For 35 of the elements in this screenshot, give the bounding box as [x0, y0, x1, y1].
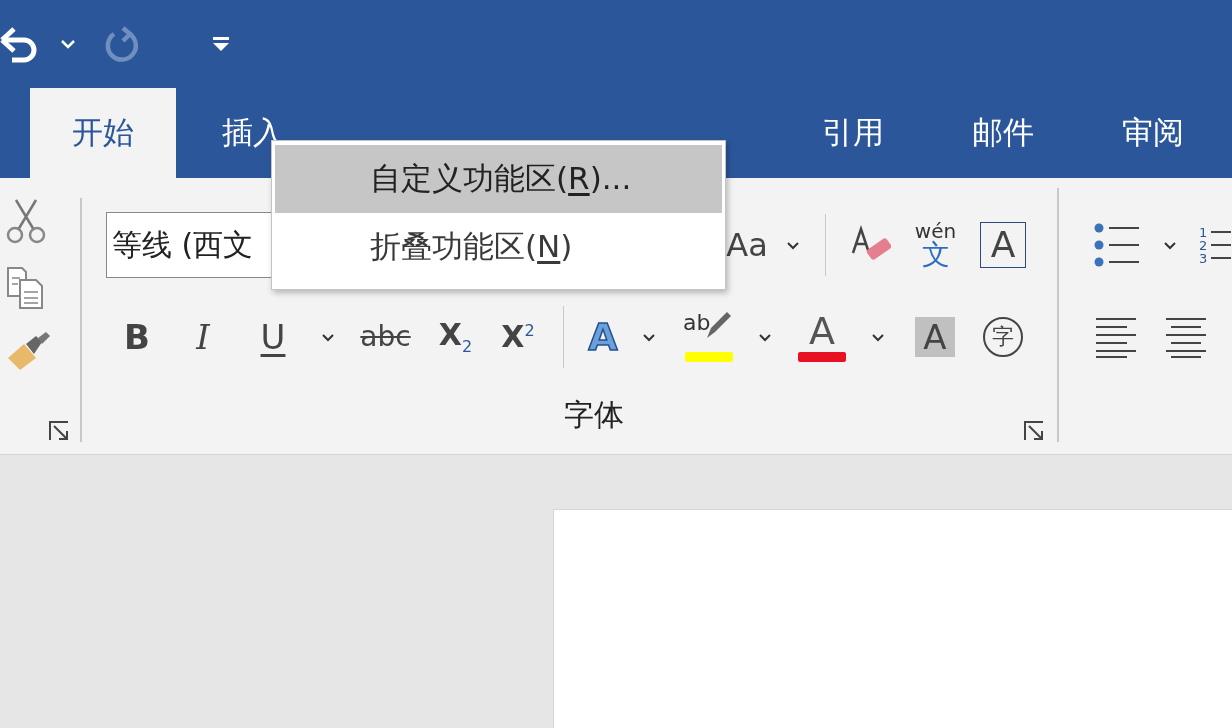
- ribbon-tab[interactable]: 开始: [30, 88, 176, 178]
- align-left-icon[interactable]: [1095, 316, 1137, 358]
- chevron-icon[interactable]: [642, 332, 656, 342]
- customize-toolbar-icon[interactable]: [212, 36, 230, 52]
- superscript-button[interactable]: X$^{2}$: [501, 322, 535, 352]
- ribbon-tab[interactable]: 邮件: [930, 88, 1076, 178]
- chevron-icon[interactable]: [871, 332, 885, 342]
- copy-icon[interactable]: [6, 266, 46, 310]
- chevron-icon[interactable]: [321, 332, 335, 342]
- bullets-icon[interactable]: [1093, 222, 1141, 268]
- dialog-launcher-icon[interactable]: [1023, 420, 1045, 442]
- dialog-launcher-icon[interactable]: [48, 420, 70, 442]
- group-label: 字体: [563, 396, 624, 434]
- chevron-icon[interactable]: [786, 240, 800, 250]
- character-border-button[interactable]: A: [980, 222, 1026, 268]
- italic-button[interactable]: I: [196, 320, 210, 354]
- menu-item[interactable]: 自定义功能区(R)...: [275, 145, 722, 213]
- chevron-icon[interactable]: [758, 332, 772, 342]
- font-color-button[interactable]: A: [795, 312, 849, 362]
- enclose-characters-button[interactable]: 字: [983, 317, 1023, 357]
- change-case-button[interactable]: Aa: [726, 229, 768, 261]
- subscript-button[interactable]: X$_{2}$: [438, 319, 473, 355]
- bold-button[interactable]: B: [124, 320, 150, 354]
- strikethrough-button[interactable]: abc: [360, 323, 411, 351]
- numbering-button[interactable]: 1 2 3: [1199, 225, 1232, 265]
- align-center-icon[interactable]: [1165, 316, 1207, 358]
- chevron-icon[interactable]: [1163, 240, 1177, 250]
- format-painter-icon[interactable]: [6, 332, 52, 372]
- phonetic-guide-button[interactable]: wén 文: [914, 221, 957, 269]
- ribbon-tab[interactable]: 引用: [780, 88, 926, 178]
- underline-button[interactable]: U: [260, 320, 286, 354]
- ribbon-tab[interactable]: 审阅: [1080, 88, 1226, 178]
- character-shading-button[interactable]: A: [915, 317, 955, 357]
- highlight-button[interactable]: ab: [683, 312, 737, 362]
- scissors-icon[interactable]: [6, 198, 46, 244]
